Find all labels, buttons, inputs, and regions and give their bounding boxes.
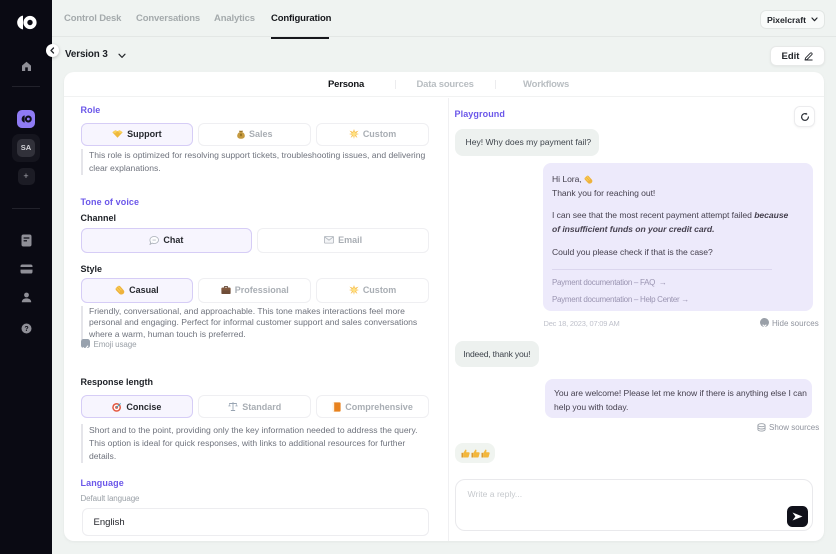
svg-text:?: ? xyxy=(24,326,28,333)
